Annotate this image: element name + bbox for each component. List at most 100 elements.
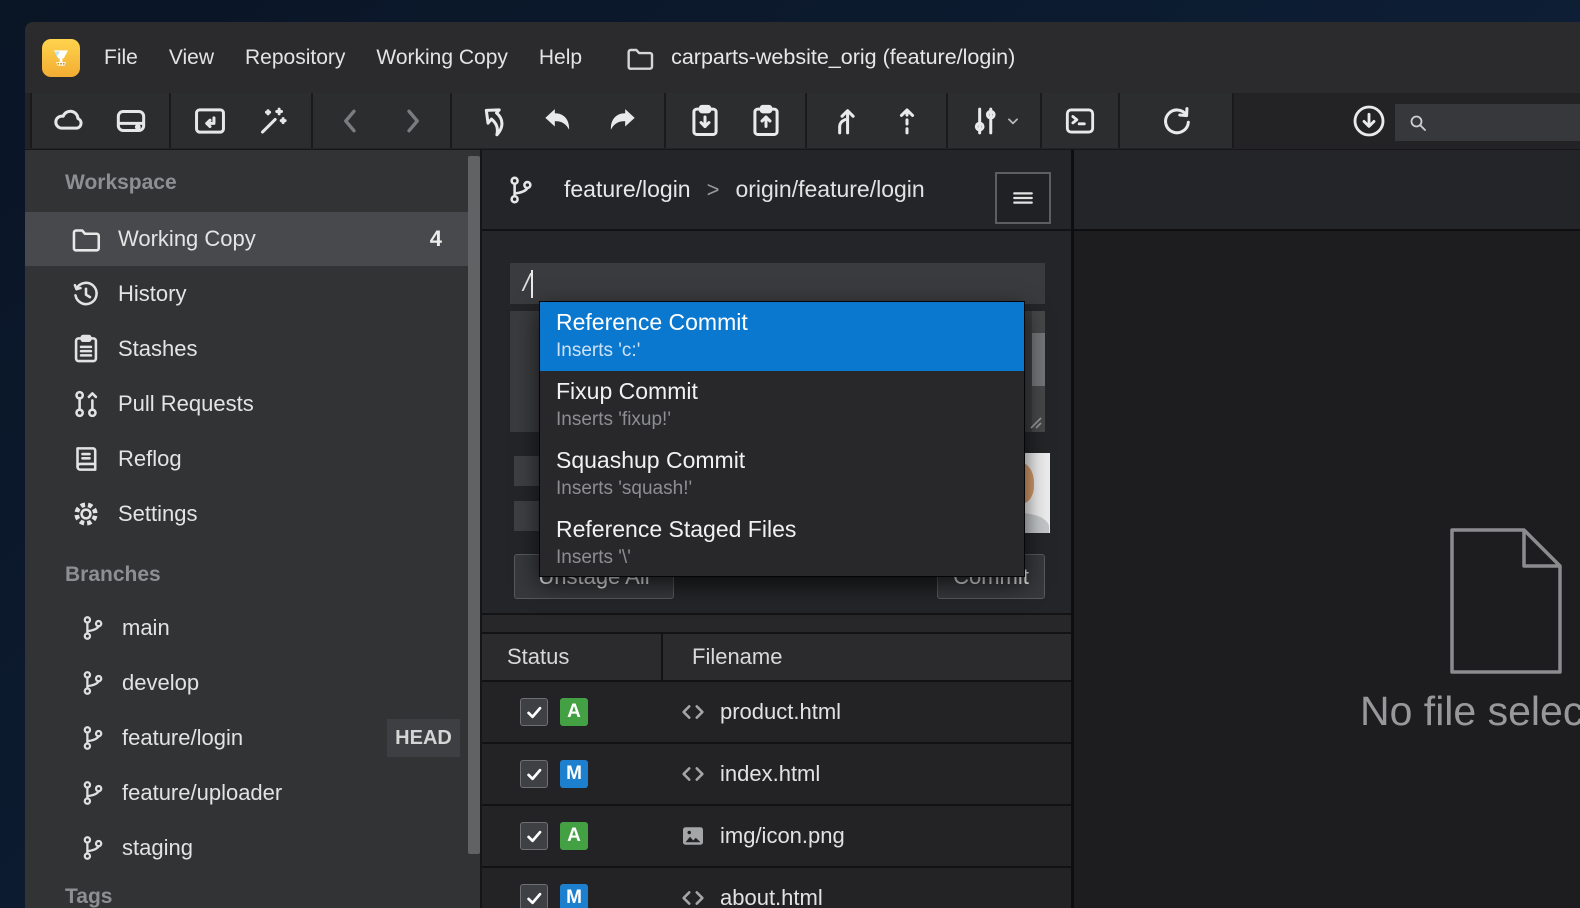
terminal-button[interactable] (1058, 99, 1102, 143)
toolbar-group-branch (946, 93, 1040, 148)
working-copy-count-badge: 4 (430, 226, 442, 252)
create-button[interactable] (250, 99, 294, 143)
autocomplete-item-squashup-commit[interactable]: Squashup Commit Inserts 'squash!' (540, 440, 1024, 509)
diff-preview-panel: No file selected (1071, 150, 1580, 908)
undo-button[interactable] (536, 99, 580, 143)
git-branch-icon (504, 173, 538, 207)
git-branch-icon (78, 668, 108, 698)
autocomplete-subtitle: Inserts 'squash!' (556, 478, 1024, 500)
clone-button[interactable] (188, 99, 232, 143)
file-row-product-html[interactable]: A product.html (482, 682, 1071, 744)
sidebar-item-label: Stashes (118, 336, 198, 362)
autocomplete-title: Squashup Commit (556, 447, 1024, 474)
branch-dropdown-button[interactable] (961, 99, 1027, 143)
menu-view[interactable]: View (169, 46, 214, 70)
sidebar-item-reflog[interactable]: Reflog (25, 432, 480, 486)
resize-grip-icon[interactable] (1027, 414, 1043, 430)
status-badge-modified: M (560, 884, 588, 908)
search-input[interactable] (1439, 111, 1569, 135)
redo-arrow-icon (603, 102, 641, 140)
nav-back-button[interactable] (329, 99, 373, 143)
stage-checkbox[interactable] (520, 698, 548, 726)
autocomplete-item-reference-staged-files[interactable]: Reference Staged Files Inserts '\' (540, 509, 1024, 578)
toolbar-group-clone (169, 93, 311, 148)
redo-button[interactable] (600, 99, 644, 143)
remote-button[interactable] (48, 99, 92, 143)
autocomplete-title: Fixup Commit (556, 378, 1024, 405)
branch-item-feature-uploader[interactable]: feature/uploader (25, 766, 480, 820)
no-file-selected-text: No file selected (1360, 688, 1580, 735)
magic-wand-icon (253, 102, 291, 140)
clipboard-down-icon (686, 102, 724, 140)
sidebar-item-label: Reflog (118, 446, 182, 472)
toolbar-group-remote (30, 93, 169, 148)
branch-options-button[interactable] (995, 172, 1051, 224)
autocomplete-subtitle: Inserts 'c:' (556, 340, 1024, 362)
fetch-status-button[interactable] (1347, 99, 1391, 143)
stash-toolbar-button[interactable] (744, 99, 788, 143)
code-file-icon (678, 883, 708, 908)
file-row-index-html[interactable]: M index.html (482, 744, 1071, 806)
hamburger-menu-icon (1009, 184, 1037, 212)
stage-checkbox[interactable] (520, 884, 548, 908)
commit-message-value: / (523, 269, 530, 298)
filename-label: index.html (720, 761, 820, 787)
file-row-about-html[interactable]: M about.html (482, 868, 1071, 908)
reflog-book-icon (69, 442, 103, 476)
toolbar-search[interactable] (1395, 104, 1580, 141)
check-icon (525, 889, 544, 908)
branch-item-feature-login[interactable]: feature/login HEAD (25, 711, 480, 765)
menu-help[interactable]: Help (539, 46, 582, 70)
menu-working-copy[interactable]: Working Copy (376, 46, 508, 70)
branch-item-develop[interactable]: develop (25, 656, 480, 710)
column-status[interactable]: Status (507, 644, 569, 670)
toolbar-group-refresh (1118, 93, 1234, 148)
panel-splitter[interactable] (482, 613, 1071, 634)
window-repo-title: carparts-website_orig (feature/login) (671, 45, 1015, 70)
pull-request-icon (69, 387, 103, 421)
sidebar-scrollbar[interactable] (468, 156, 480, 854)
preview-toolbar-strip (1074, 150, 1580, 231)
sidebar-item-history[interactable]: History (25, 267, 480, 321)
textarea-scrollbar-thumb[interactable] (1032, 333, 1045, 386)
autocomplete-subtitle: Inserts 'fixup!' (556, 409, 1024, 431)
checkout-button[interactable] (472, 99, 516, 143)
branch-compare-icon (967, 102, 1005, 140)
sidebar-item-settings[interactable]: Settings (25, 487, 480, 541)
check-icon (525, 703, 544, 722)
title-bar: File View Repository Working Copy Help c… (25, 22, 1580, 93)
branch-item-staging[interactable]: staging (25, 821, 480, 875)
push-button[interactable] (885, 99, 929, 143)
branch-bar: feature/login > origin/feature/login (482, 150, 1071, 231)
settings-gear-icon (69, 497, 103, 531)
file-table-header: Status Filename (482, 634, 1071, 682)
hard-drive-icon (112, 102, 150, 140)
autocomplete-item-fixup-commit[interactable]: Fixup Commit Inserts 'fixup!' (540, 371, 1024, 440)
toolbar-group-nav (311, 93, 450, 148)
branch-item-main[interactable]: main (25, 601, 480, 655)
pull-button[interactable] (824, 99, 868, 143)
column-filename[interactable]: Filename (692, 644, 782, 670)
pull-icon (827, 102, 865, 140)
local-repos-button[interactable] (109, 99, 153, 143)
menu-file[interactable]: File (104, 46, 138, 70)
repo-folder-icon (624, 42, 656, 74)
sidebar-item-pull-requests[interactable]: Pull Requests (25, 377, 480, 431)
file-row-img-icon-png[interactable]: A img/icon.png (482, 806, 1071, 868)
menu-repository[interactable]: Repository (245, 46, 345, 70)
commit-message-input[interactable]: / (510, 263, 1045, 304)
toolbar-group-terminal (1040, 93, 1118, 148)
refresh-button[interactable] (1154, 99, 1198, 143)
toolbar (25, 93, 1580, 150)
autocomplete-item-reference-commit[interactable]: Reference Commit Inserts 'c:' (540, 302, 1024, 371)
sidebar-item-label: Pull Requests (118, 391, 254, 417)
stage-checkbox[interactable] (520, 822, 548, 850)
column-divider[interactable] (661, 634, 663, 680)
sidebar-item-working-copy[interactable]: Working Copy 4 (25, 212, 480, 266)
commit-toolbar-button[interactable] (683, 99, 727, 143)
branch-label: develop (122, 670, 199, 696)
sidebar-item-stashes[interactable]: Stashes (25, 322, 480, 376)
check-icon (525, 765, 544, 784)
stage-checkbox[interactable] (520, 760, 548, 788)
nav-forward-button[interactable] (390, 99, 434, 143)
